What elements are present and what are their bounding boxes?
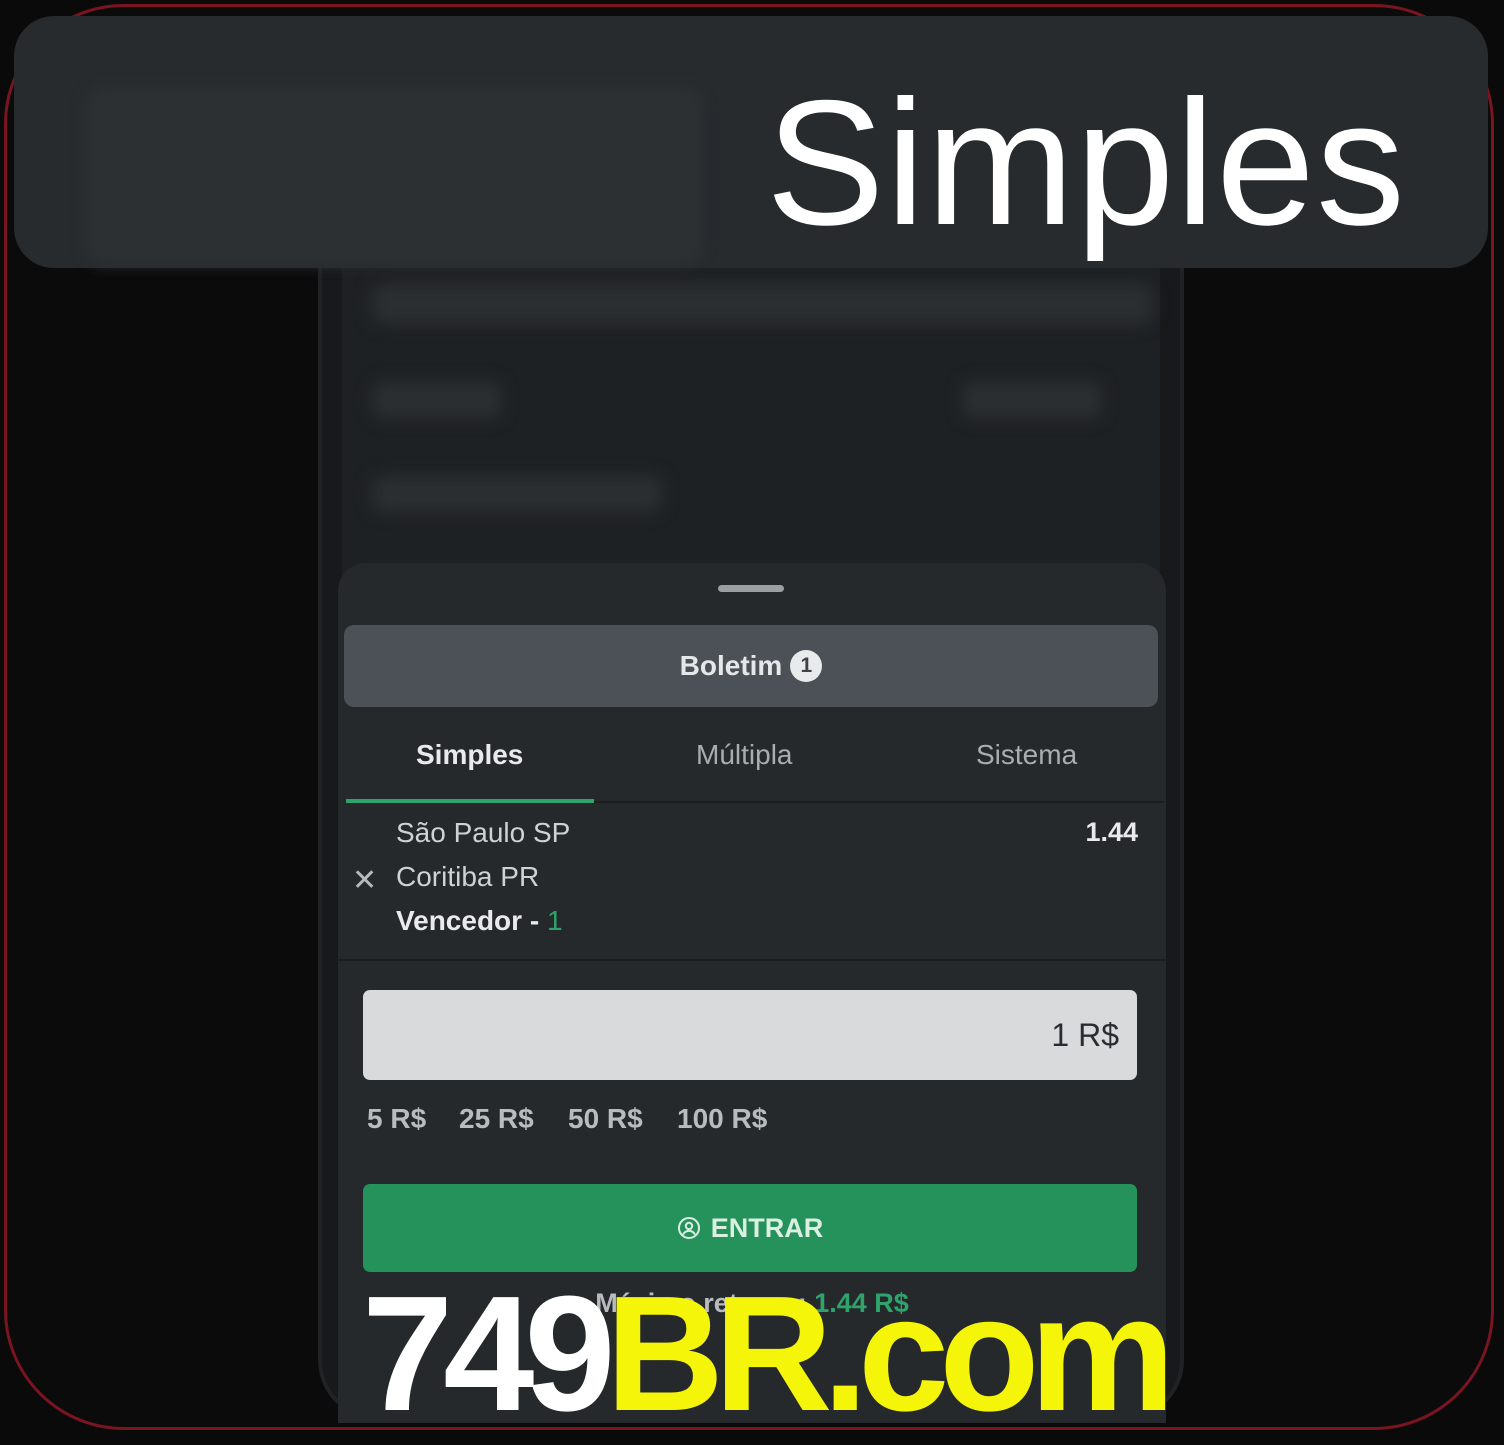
quick-amount-25[interactable]: 25 R$	[459, 1103, 534, 1135]
tab-sistema[interactable]: Sistema	[976, 739, 1077, 771]
blurred-area	[84, 86, 704, 266]
bet-market: Vencedor - 1	[396, 905, 563, 937]
blurred-row	[372, 476, 662, 512]
blurred-nav	[372, 284, 1152, 324]
tab-multipla[interactable]: Múltipla	[696, 739, 792, 771]
close-icon[interactable]: ✕	[352, 863, 377, 898]
brand-watermark: 749BR.com	[362, 1272, 1175, 1436]
brand-prefix: 749	[362, 1262, 616, 1445]
bet-odds: 1.44	[1085, 817, 1138, 847]
betslip-header[interactable]: Boletim 1	[344, 625, 1158, 707]
drag-handle[interactable]	[718, 585, 784, 592]
enter-button[interactable]: ENTRAR	[363, 1184, 1137, 1272]
quick-amount-100[interactable]: 100 R$	[677, 1103, 767, 1135]
bet-item: São Paulo SP Coritiba PR Vencedor - 1 1.…	[338, 803, 1166, 961]
stake-value: 1 R$	[1051, 1016, 1119, 1053]
quick-amount-50[interactable]: 50 R$	[568, 1103, 643, 1135]
title-banner: Simples	[14, 16, 1488, 268]
bet-type-tabs: Simples Múltipla Sistema	[346, 723, 1164, 803]
user-circle-icon	[677, 1217, 700, 1239]
page-title: Simples	[765, 63, 1406, 262]
quick-amount-5[interactable]: 5 R$	[367, 1103, 426, 1135]
market-label: Vencedor -	[396, 905, 540, 936]
stake-input[interactable]: 1 R$	[363, 990, 1137, 1080]
home-team: São Paulo SP	[396, 817, 571, 848]
blurred-heading	[372, 382, 502, 418]
enter-button-label: ENTRAR	[710, 1212, 824, 1243]
brand-suffix: BR.com	[605, 1262, 1176, 1445]
selection-value: 1	[546, 905, 563, 936]
away-team: Coritiba PR	[396, 861, 540, 892]
blurred-chip	[962, 382, 1102, 418]
tab-simples[interactable]: Simples	[416, 739, 523, 771]
betslip-header-label: Boletim	[679, 650, 783, 681]
betslip-count-badge: 1	[790, 650, 823, 682]
